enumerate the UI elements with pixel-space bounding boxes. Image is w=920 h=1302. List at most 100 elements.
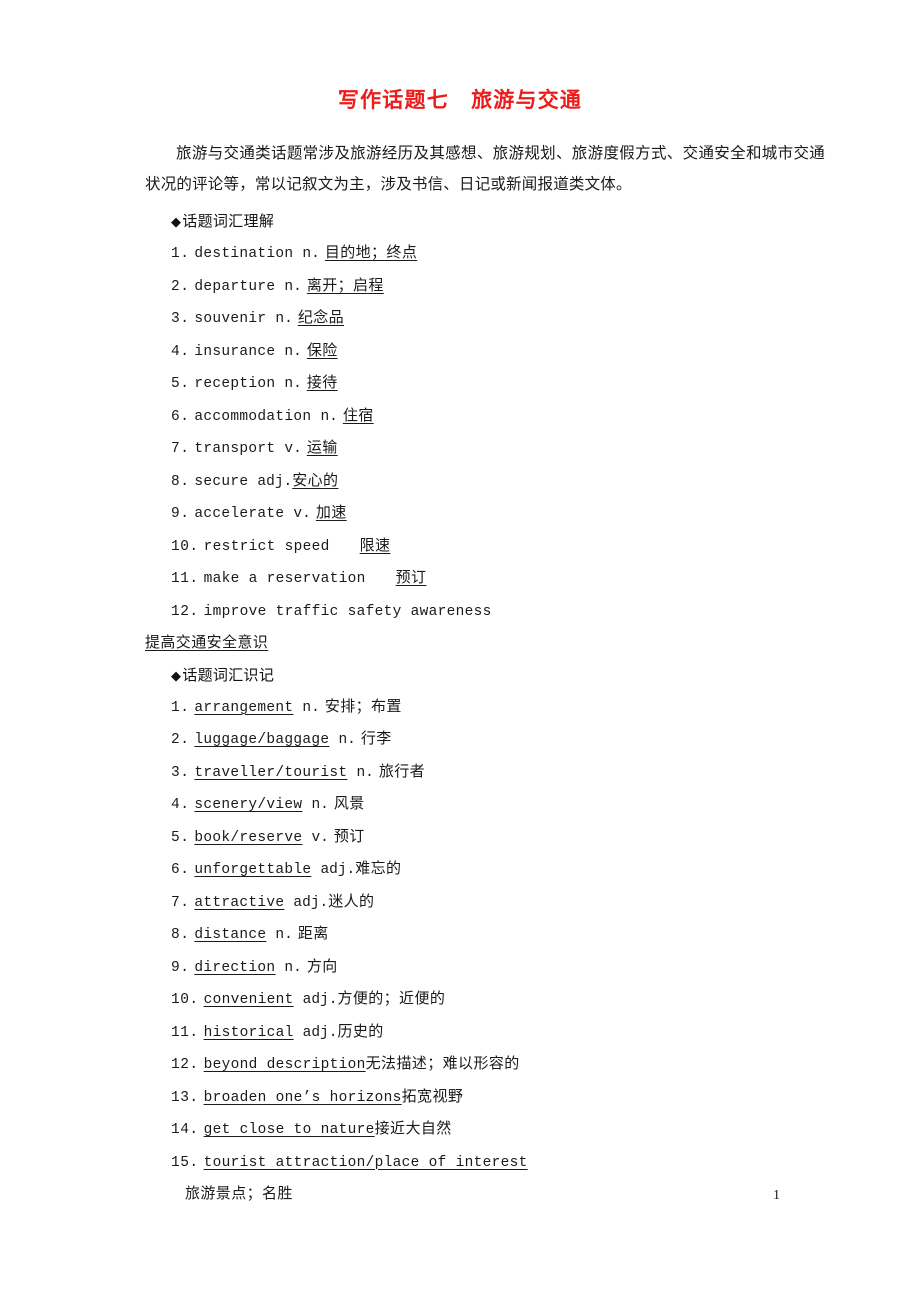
item-english: distance (194, 927, 267, 943)
item-english: get close to nature (203, 1122, 375, 1138)
item-chinese: 安排；布置 (324, 698, 402, 715)
item-chinese: 方便的；近便的 (337, 991, 446, 1007)
section-heading-vocab-memorization: ◆话题词汇识记 (145, 660, 825, 692)
item-pos: n. (284, 343, 302, 360)
section-heading-label: 话题词汇识记 (182, 667, 275, 684)
vocab-row: 4. scenery/view n. 风景 (145, 789, 825, 822)
vocab-row: 13. broaden one’s horizons拓宽视野 (145, 1082, 825, 1115)
vocab-row-continuation: 旅游景点；名胜 (145, 1179, 825, 1211)
item-number: 7. (171, 441, 190, 457)
item-english: convenient (203, 992, 294, 1008)
item-chinese: 方向 (306, 958, 338, 975)
item-number: 10. (171, 992, 199, 1008)
section-heading-label: 话题词汇理解 (182, 214, 275, 230)
intro-paragraph: 旅游与交通类话题常涉及旅游经历及其感想、旅游规划、旅游度假方式、交通安全和城市交… (145, 145, 825, 193)
item-english: attractive (194, 894, 285, 911)
item-number: 9. (171, 506, 190, 522)
item-chinese: 旅行者 (378, 763, 426, 780)
item-number: 12. (171, 1057, 199, 1073)
item-number: 1. (171, 699, 190, 716)
item-english: make a reservation (203, 571, 366, 587)
item-pos: adj. (257, 473, 293, 490)
item-chinese: 风景 (333, 796, 365, 812)
item-pos: adj. (320, 862, 356, 878)
item-number: 15. (171, 1154, 199, 1171)
item-chinese: 离开；启程 (306, 277, 384, 294)
vocab-row: 6. accommodation n. 住宿 (145, 401, 825, 434)
vocab-row: 7. transport v. 运输 (145, 433, 825, 466)
item-english: broaden one’s horizons (203, 1089, 402, 1106)
vocab-row: 8. distance n. 距离 (145, 919, 825, 952)
item-chinese: 预订 (333, 828, 365, 845)
item-number: 10. (171, 538, 199, 555)
document-page: 写作话题七 旅游与交通 旅游与交通类话题常涉及旅游经历及其感想、旅游规划、旅游度… (0, 0, 920, 1302)
item-pos: v. (293, 506, 311, 522)
item-chinese: 加速 (315, 505, 347, 521)
item-english: reception (194, 376, 276, 392)
item-number: 5. (171, 376, 190, 392)
item-number: 4. (171, 797, 190, 813)
item-chinese: 运输 (306, 440, 338, 456)
vocab-row: 9. accelerate v. 加速 (145, 498, 825, 531)
item-pos: n. (284, 278, 302, 295)
item-chinese: 难忘的 (355, 861, 402, 877)
item-english: improve traffic safety awareness (203, 603, 492, 620)
vocab-row: 5. reception n. 接待 (145, 368, 825, 401)
item-pos: n. (275, 927, 293, 943)
vocab-list-understanding: 1. destination n. 目的地；终点 2. departure n. 离开；启程… (145, 238, 825, 628)
item-chinese: 提高交通安全意识 (145, 635, 269, 651)
item-english: destination (194, 246, 294, 262)
item-number: 11. (171, 1024, 199, 1041)
item-english: secure (194, 473, 249, 490)
vocab-row: 2. departure n. 离开；启程 (145, 271, 825, 304)
vocab-row: 14. get close to nature接近大自然 (145, 1114, 825, 1147)
item-english: accelerate (194, 506, 285, 522)
item-number: 6. (171, 408, 190, 425)
vocab-row: 11. historical adj.历史的 (145, 1017, 825, 1050)
item-chinese: 预订 (395, 570, 427, 586)
item-pos: v. (311, 829, 329, 846)
item-chinese: 迷人的 (328, 893, 375, 910)
item-english: arrangement (194, 699, 294, 716)
item-number: 3. (171, 764, 190, 781)
item-english: insurance (194, 343, 276, 360)
item-number: 2. (171, 732, 190, 748)
vocab-row: 12. improve traffic safety awareness (145, 596, 825, 629)
vocab-row: 9. direction n. 方向 (145, 952, 825, 985)
item-chinese: 接待 (306, 375, 338, 391)
vocab-row: 10. restrict speed 限速 (145, 531, 825, 564)
item-english: historical (203, 1024, 294, 1041)
item-pos: v. (284, 441, 302, 457)
item-chinese: 限速 (359, 537, 391, 554)
item-pos: adj. (302, 1024, 338, 1041)
page-title: 写作话题七 旅游与交通 (337, 88, 583, 112)
item-chinese: 无法描述；难以形容的 (365, 1056, 520, 1072)
item-pos: n. (302, 699, 320, 716)
item-number: 8. (171, 927, 190, 943)
vocab-list-memorization: 1. arrangement n. 安排；布置 2. luggage/baggage n.… (145, 692, 825, 1180)
item-pos: adj. (302, 992, 338, 1008)
item-chinese: 行李 (360, 731, 392, 747)
item-chinese: 旅游景点；名胜 (185, 1186, 293, 1202)
item-number: 2. (171, 278, 190, 295)
item-chinese: 纪念品 (297, 310, 345, 326)
item-pos: n. (356, 764, 374, 781)
item-english: transport (194, 441, 276, 457)
item-number: 13. (171, 1089, 199, 1106)
item-number: 8. (171, 473, 190, 490)
item-english: souvenir (194, 311, 267, 327)
item-english: restrict speed (203, 538, 330, 555)
item-pos: n. (311, 797, 329, 813)
item-pos: n. (320, 408, 338, 425)
vocab-row: 4. insurance n. 保险 (145, 336, 825, 369)
page-number: 1 (773, 1188, 780, 1203)
item-number: 4. (171, 343, 190, 360)
item-pos: n. (284, 959, 302, 976)
vocab-row: 12. beyond description无法描述；难以形容的 (145, 1049, 825, 1082)
vocab-row: 2. luggage/baggage n. 行李 (145, 724, 825, 757)
item-number: 5. (171, 829, 190, 846)
item-number: 1. (171, 246, 190, 262)
vocab-row: 15. tourist attraction/place of interest (145, 1147, 825, 1180)
vocab-row: 3. traveller/tourist n. 旅行者 (145, 757, 825, 790)
vocab-row: 5. book/reserve v. 预订 (145, 822, 825, 855)
